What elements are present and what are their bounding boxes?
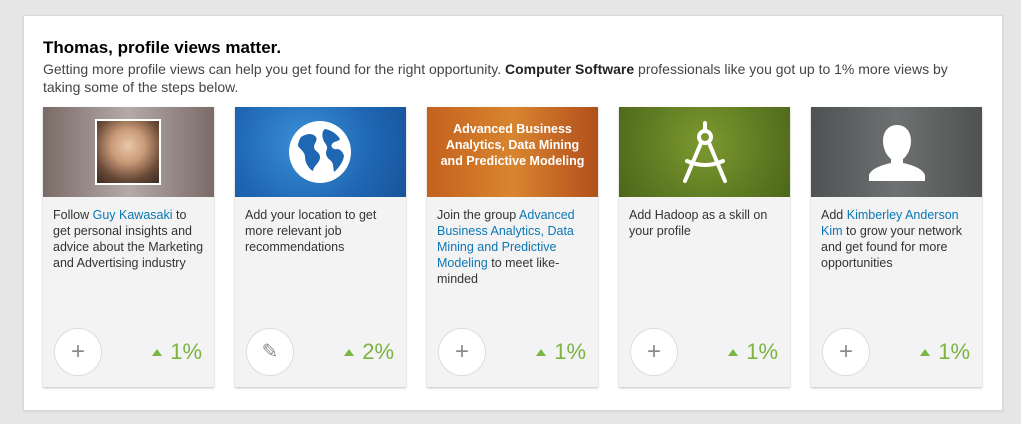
card-description: Add Hadoop as a skill on your profile (629, 208, 768, 238)
user-silhouette-icon (869, 125, 925, 181)
person-photo[interactable] (95, 119, 161, 185)
plus-icon: + (70, 338, 85, 365)
card-follow-influencer: Follow Guy Kawasaki to get personal insi… (43, 107, 214, 387)
card-add-connection: Add Kimberley Anderson Kim to grow your … (811, 107, 982, 387)
plus-icon: + (454, 338, 469, 365)
influencer-link[interactable]: Guy Kawasaki (93, 208, 173, 222)
card-banner (43, 107, 214, 197)
panel-title: Thomas, profile views matter. (43, 38, 282, 57)
follow-button[interactable]: + (54, 328, 102, 376)
globe-icon (289, 121, 351, 183)
subtitle-text: Getting more profile views can help you … (43, 61, 502, 77)
percent-increase: 2% (344, 340, 394, 364)
panel-subtitle: Getting more profile views can help you … (43, 60, 983, 96)
connect-button[interactable]: + (822, 328, 870, 376)
card-description: Follow Guy Kawasaki to get personal insi… (53, 208, 204, 270)
card-banner (619, 107, 790, 197)
plus-icon: + (646, 338, 661, 365)
add-skill-button[interactable]: + (630, 328, 678, 376)
card-add-skill: Add Hadoop as a skill on your profile + … (619, 107, 790, 387)
card-banner (235, 107, 406, 197)
join-group-button[interactable]: + (438, 328, 486, 376)
percent-increase: 1% (920, 340, 970, 364)
compass-icon (683, 121, 727, 183)
up-arrow-icon (536, 348, 547, 356)
card-banner (811, 107, 982, 197)
percent-increase: 1% (152, 340, 202, 364)
up-arrow-icon (920, 348, 931, 356)
card-add-location: Add your location to get more relevant j… (235, 107, 406, 387)
plus-icon: + (838, 338, 853, 365)
group-banner-title: Advanced Business Analytics, Data Mining… (440, 122, 585, 168)
up-arrow-icon (728, 348, 739, 356)
card-description: Join the group Advanced Business Analyti… (437, 208, 575, 286)
card-description: Add Kimberley Anderson Kim to grow your … (821, 208, 963, 270)
card-description: Add your location to get more relevant j… (245, 208, 377, 254)
card-join-group: Advanced Business Analytics, Data Mining… (427, 107, 598, 387)
percent-increase: 1% (728, 340, 778, 364)
card-banner: Advanced Business Analytics, Data Mining… (427, 107, 598, 197)
edit-location-button[interactable]: ✎ (246, 328, 294, 376)
pencil-icon: ✎ (261, 341, 279, 363)
subtitle-industry: Computer Software (505, 61, 635, 77)
up-arrow-icon (152, 348, 163, 356)
profile-views-panel: Thomas, profile views matter. Getting mo… (23, 15, 1003, 411)
up-arrow-icon (344, 348, 355, 356)
percent-increase: 1% (536, 340, 586, 364)
